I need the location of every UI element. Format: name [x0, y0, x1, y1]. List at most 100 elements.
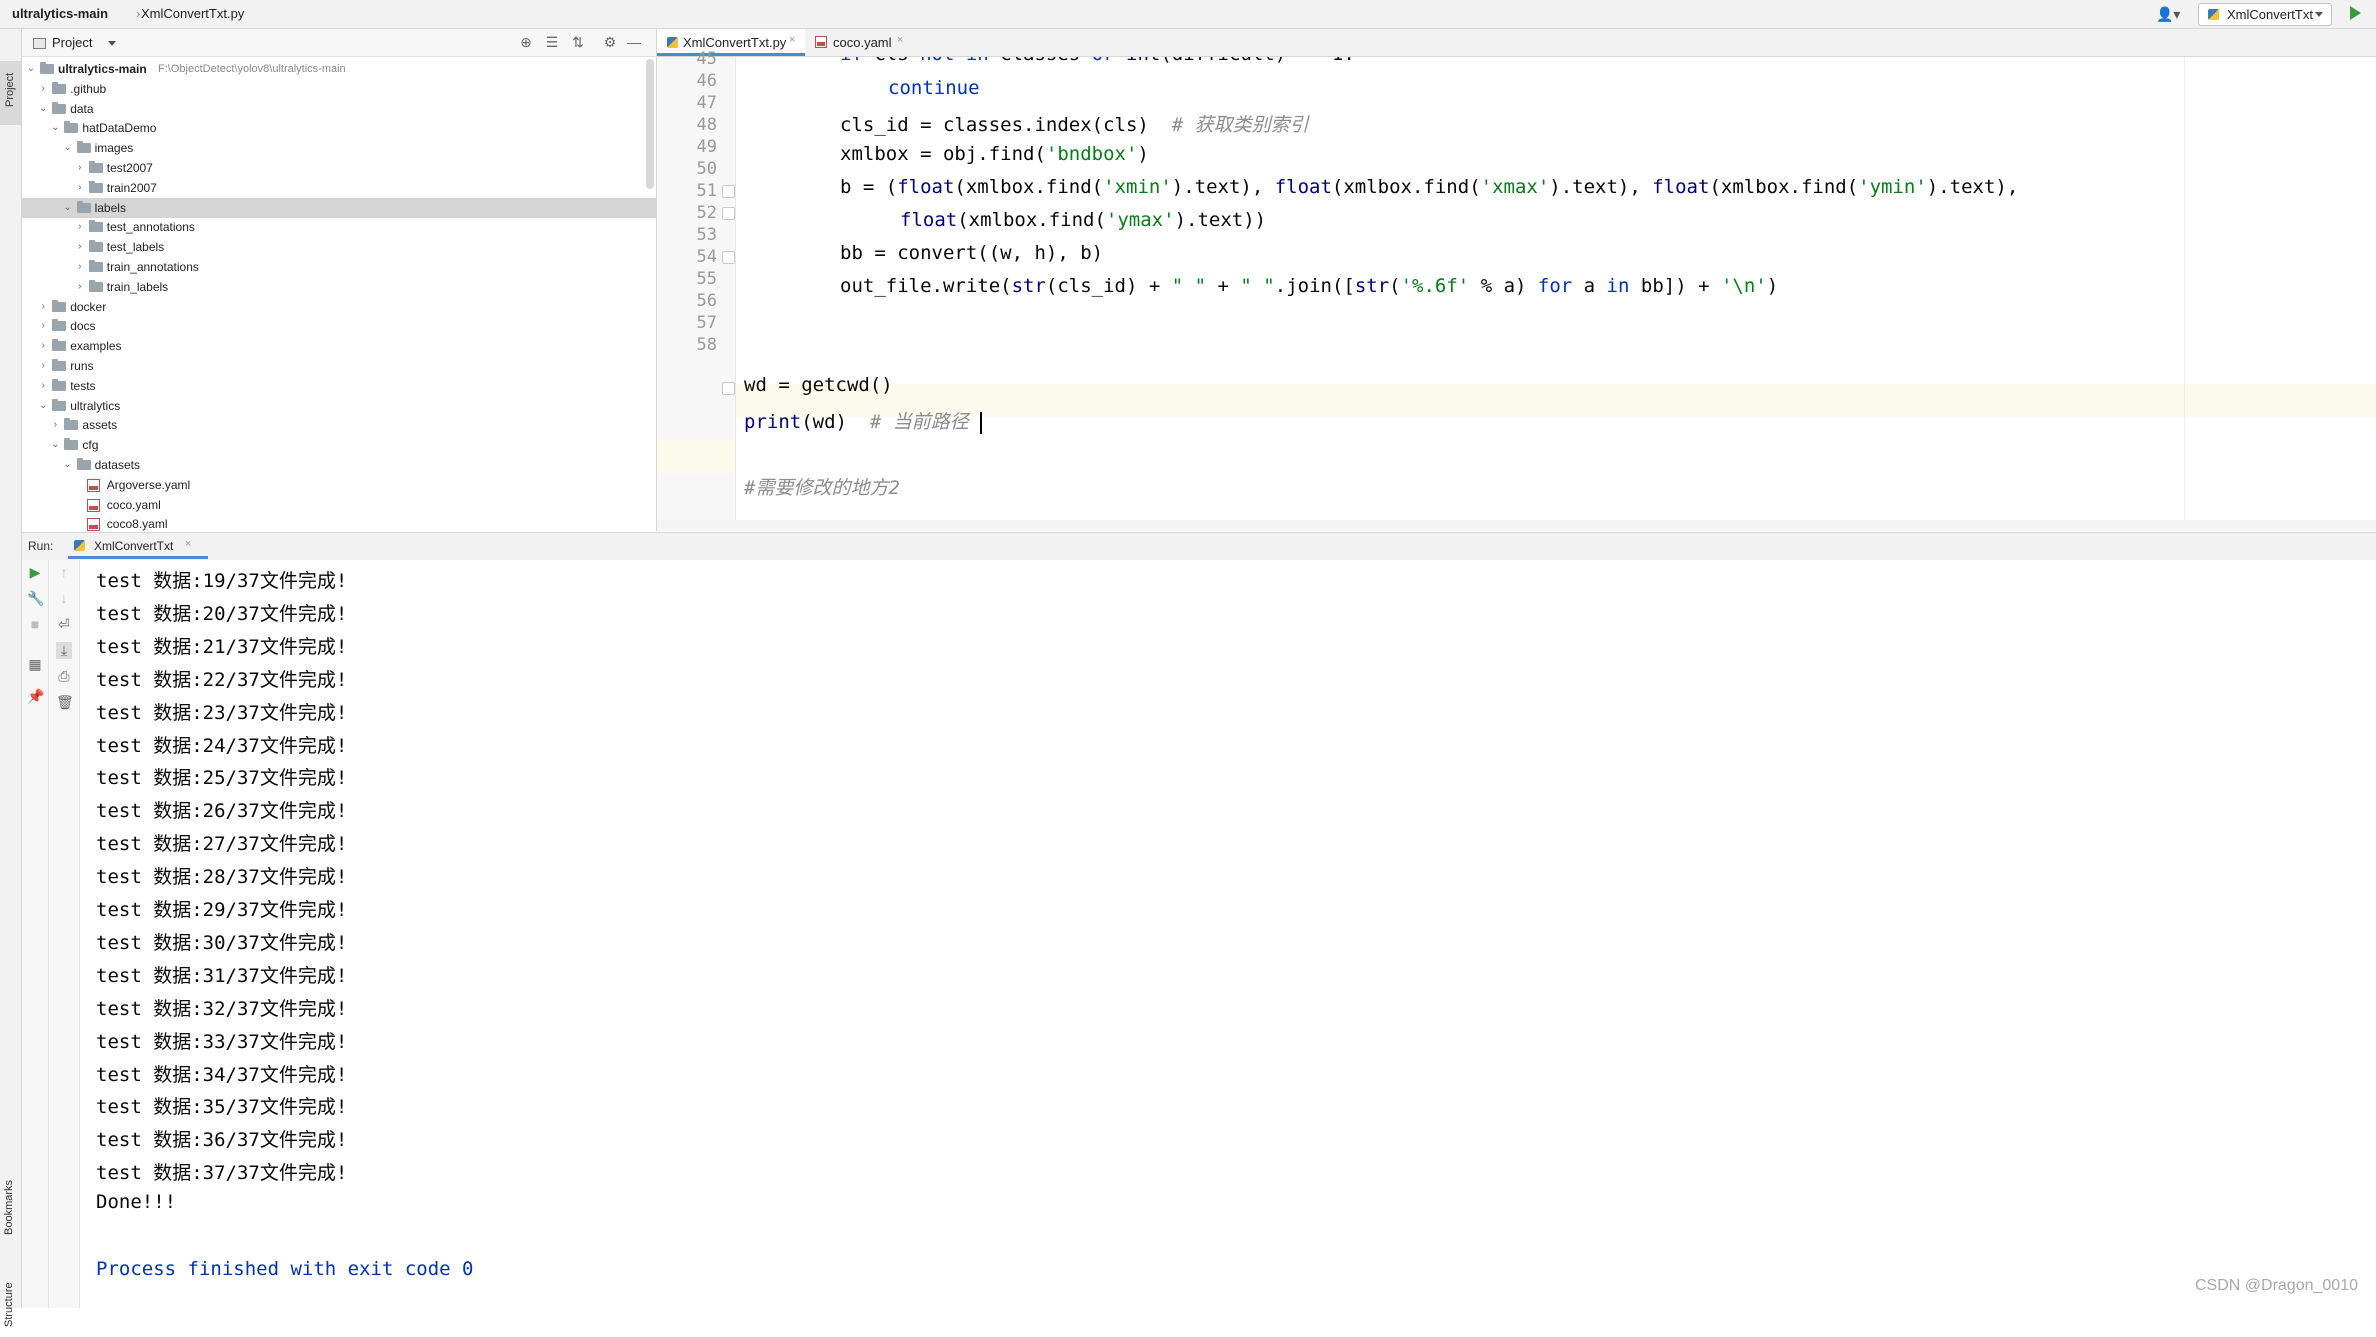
code-line-52: out_file.write(str(cls_id) + " " + " ".j… [840, 275, 1779, 297]
chevron-right-icon[interactable]: › [75, 241, 85, 252]
tree-item[interactable]: › tests [22, 376, 656, 396]
editor-horizontal-scrollbar[interactable] [657, 520, 2376, 531]
tree-item-label: examples [70, 339, 122, 354]
tool-tab-structure[interactable]: Structure [0, 1267, 21, 1337]
chevron-right-icon[interactable]: › [38, 360, 48, 371]
run-configuration-select[interactable]: XmlConvertTxt [2198, 3, 2332, 26]
tree-item[interactable]: › test_labels [22, 237, 656, 257]
fold-icon[interactable] [722, 382, 735, 395]
tree-item[interactable]: › .github [22, 79, 656, 99]
code-editor[interactable]: if cls not in classes or int(difficult) … [736, 57, 2376, 531]
tree-item[interactable]: › test2007 [22, 158, 656, 178]
breadcrumb-file[interactable]: XmlConvertTxt.py [141, 6, 244, 21]
fold-icon[interactable] [722, 251, 735, 264]
chevron-down-icon[interactable]: ⌄ [63, 142, 73, 153]
chevron-down-icon[interactable]: ⌄ [50, 439, 60, 450]
tree-item[interactable]: coco8.yaml [22, 514, 656, 531]
code-line-47: cls_id = classes.index(cls) # 获取类别索引 [840, 114, 1309, 136]
chevron-right-icon[interactable]: › [38, 340, 48, 351]
chevron-down-icon[interactable] [108, 41, 116, 46]
stop-icon[interactable]: ■ [27, 616, 43, 632]
tree-item[interactable]: ⌄ ultralytics [22, 396, 656, 416]
tree-item-label: data [70, 101, 94, 116]
chevron-right-icon[interactable]: › [75, 162, 85, 173]
chevron-down-icon[interactable]: ⌄ [38, 103, 48, 114]
run-icon[interactable] [2350, 6, 2361, 20]
tree-item[interactable]: › docs [22, 316, 656, 336]
breadcrumb-project[interactable]: ultralytics-main [12, 6, 108, 21]
chevron-right-icon[interactable]: › [38, 320, 48, 331]
print-icon[interactable]: ⎙ [56, 668, 72, 685]
chevron-right-icon[interactable]: › [75, 261, 85, 272]
tree-item[interactable]: › assets [22, 415, 656, 435]
chevron-right-icon[interactable]: › [75, 281, 85, 292]
tree-item[interactable]: › train2007 [22, 178, 656, 198]
chevron-down-icon[interactable]: ⌄ [26, 63, 36, 74]
watermark: CSDN @Dragon_0010 [2195, 1277, 2358, 1294]
folder-icon [64, 438, 79, 451]
tree-item[interactable]: ⌄ labels [22, 197, 656, 218]
tree-item-label: test_annotations [106, 220, 195, 235]
tree-item[interactable]: ⌄ images [22, 138, 656, 158]
tree-item[interactable]: ⌄ hatDataDemo [22, 118, 656, 138]
tree-item[interactable]: ⌄ ultralytics-main F:\ObjectDetect\yolov8\… [22, 59, 656, 79]
tree-item[interactable]: coco.yaml [22, 495, 656, 515]
fold-icon[interactable] [722, 185, 735, 198]
chevron-down-icon[interactable]: ⌄ [50, 122, 60, 133]
tree-item[interactable]: › train_labels [22, 277, 656, 297]
pin-icon[interactable]: 📌 [27, 688, 44, 705]
editor-tab-bar: XmlConvertTxt.py × coco.yaml × [657, 29, 2376, 57]
tool-tab-project[interactable]: Project [0, 61, 21, 125]
close-icon[interactable]: × [185, 538, 191, 550]
chevron-right-icon[interactable]: › [38, 83, 48, 94]
chevron-down-icon[interactable]: ⌄ [38, 400, 48, 411]
run-panel-header: Run: XmlConvertTxt × [22, 532, 2376, 561]
process-exit-message: Process finished with exit code 0 [96, 1258, 474, 1280]
console-line: Done!!! [96, 1191, 177, 1214]
tool-tab-bookmarks[interactable]: Bookmarks [0, 1167, 21, 1247]
fold-icon[interactable] [722, 207, 735, 220]
chevron-down-icon[interactable]: ⌄ [63, 459, 73, 470]
close-icon[interactable]: × [897, 34, 903, 46]
user-icon[interactable]: 👤▾ [2156, 6, 2180, 23]
collapse-all-icon[interactable]: ⇅ [570, 34, 586, 51]
tool-tab-structure-label: Structure [3, 1282, 15, 1327]
tree-item[interactable]: ⌄ data [22, 99, 656, 119]
wrench-icon[interactable]: 🔧 [27, 590, 44, 607]
tree-item[interactable]: ⌄ datasets [22, 455, 656, 475]
chevron-right-icon[interactable]: › [38, 380, 48, 391]
expand-all-icon[interactable]: ☰ [544, 34, 560, 51]
tree-item[interactable]: Argoverse.yaml [22, 475, 656, 495]
tree-item[interactable]: ⌄ cfg [22, 435, 656, 455]
minimize-icon[interactable]: — [626, 34, 642, 50]
chevron-right-icon[interactable]: › [38, 301, 48, 312]
up-arrow-icon[interactable]: ↑ [56, 564, 72, 580]
tree-item-label: tests [70, 378, 96, 393]
soft-wrap-icon[interactable]: ⏎ [56, 616, 72, 633]
gear-icon[interactable]: ⚙ [602, 34, 618, 51]
rerun-icon[interactable]: ▶ [27, 564, 43, 581]
down-arrow-icon[interactable]: ↓ [56, 590, 72, 606]
chevron-down-icon[interactable]: ⌄ [63, 202, 73, 213]
tree-item-label: train_labels [106, 279, 169, 294]
project-view-selector[interactable]: Project [52, 35, 92, 50]
close-icon[interactable]: × [789, 34, 795, 46]
tree-item[interactable]: › train_annotations [22, 257, 656, 277]
layout-icon[interactable]: ▦ [27, 656, 43, 673]
chevron-down-icon [2315, 12, 2323, 17]
folder-icon [40, 62, 54, 74]
run-console[interactable]: test 数据:19/37文件完成! test 数据:20/37文件完成! test… [80, 560, 2376, 1308]
project-scrollbar[interactable] [646, 59, 654, 189]
tree-item[interactable]: › test_annotations [22, 217, 656, 237]
chevron-right-icon[interactable]: › [75, 182, 85, 193]
tab-coco-yaml[interactable]: coco.yaml × [805, 29, 915, 56]
trash-icon[interactable]: 🗑 [56, 694, 74, 711]
tree-item[interactable]: › runs [22, 356, 656, 376]
tree-item[interactable]: › docker [22, 297, 656, 317]
tab-run-xmlconverttxt[interactable]: XmlConvertTxt × [68, 533, 208, 559]
tree-item[interactable]: › examples [22, 336, 656, 356]
scroll-to-end-icon[interactable]: ⤓ [56, 642, 72, 659]
chevron-right-icon[interactable]: › [50, 419, 60, 430]
locate-icon[interactable]: ⊕ [518, 34, 534, 51]
chevron-right-icon[interactable]: › [75, 221, 85, 232]
